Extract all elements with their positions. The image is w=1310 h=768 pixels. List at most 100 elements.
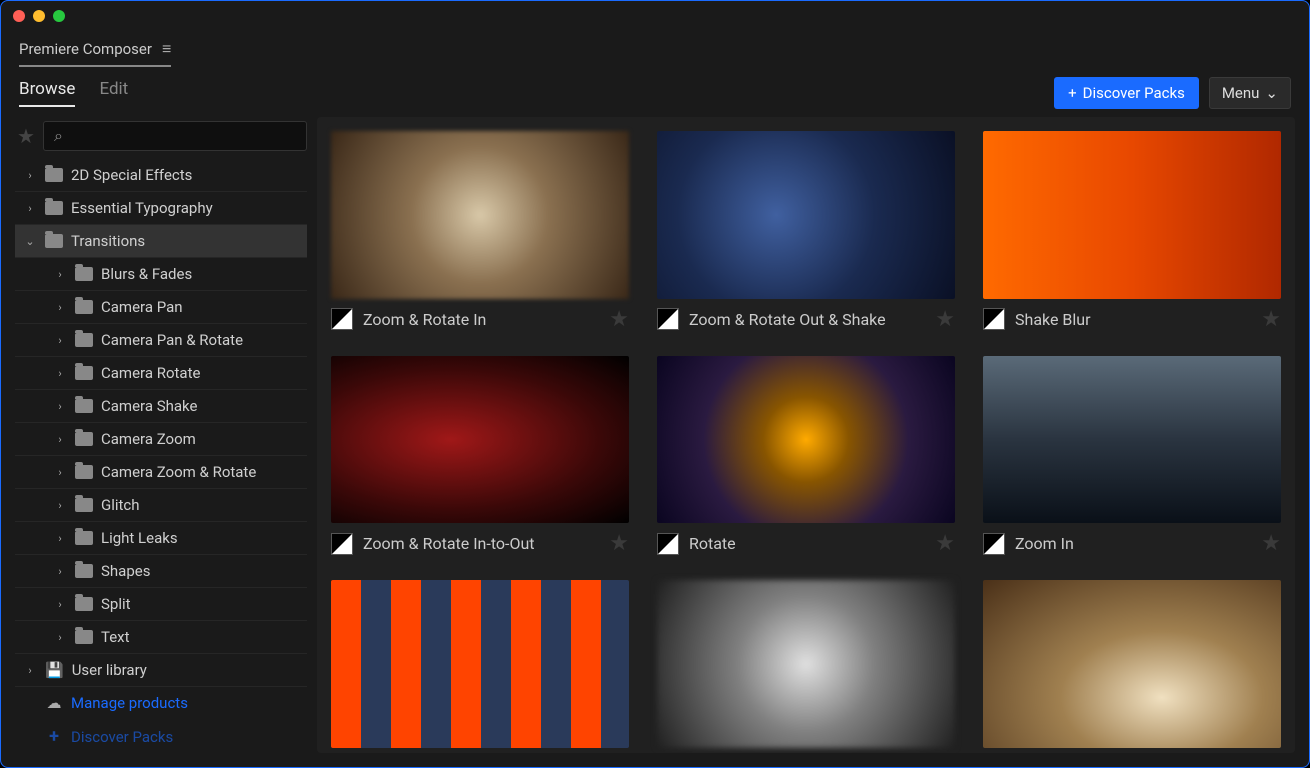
tree-label: Transitions [71, 232, 145, 250]
preset-title: Zoom In [1015, 534, 1251, 553]
preset-card[interactable]: Rotate ★ [657, 356, 955, 557]
discover-packs-label: Discover Packs [1083, 84, 1185, 102]
tree-item-split[interactable]: ›Split [15, 588, 307, 621]
discover-packs-button[interactable]: + Discover Packs [1054, 77, 1199, 109]
tree-label: Camera Pan & Rotate [101, 331, 243, 349]
chevron-right-icon: › [53, 499, 67, 512]
tree-item-2d-special-effects[interactable]: › 2D Special Effects [15, 159, 307, 192]
preset-card[interactable]: Zoom & Rotate In-to-Out★ [331, 356, 629, 557]
maximize-window-icon[interactable] [53, 10, 65, 22]
preset-card[interactable]: Zoom In ★ [983, 356, 1281, 557]
preset-title: Rotate [689, 534, 925, 553]
chevron-right-icon: › [23, 664, 37, 677]
tree-item-camera-rotate[interactable]: ›Camera Rotate [15, 357, 307, 390]
tabs: Browse Edit [19, 79, 128, 107]
preset-title: Zoom & Rotate Out & Shake [689, 310, 925, 329]
search-input[interactable]: ⌕ [43, 121, 307, 151]
tree-item-manage-products[interactable]: ☁ Manage products [15, 687, 307, 719]
folder-icon [45, 201, 63, 215]
tree-item-camera-zoom[interactable]: ›Camera Zoom [15, 423, 307, 456]
folder-icon [75, 432, 93, 446]
preset-thumbnail[interactable] [657, 131, 955, 299]
preset-thumbnail[interactable] [983, 131, 1281, 299]
tree-label: Camera Zoom & Rotate [101, 463, 256, 481]
app-title-text: Premiere Composer [19, 40, 152, 58]
tab-edit[interactable]: Edit [99, 79, 128, 107]
favorite-star-icon[interactable]: ★ [1261, 531, 1281, 556]
chevron-down-icon: ⌄ [1265, 84, 1278, 102]
folder-icon [45, 234, 63, 248]
tree-item-camera-zoom-rotate[interactable]: ›Camera Zoom & Rotate [15, 456, 307, 489]
transition-icon [983, 308, 1005, 330]
preset-thumbnail[interactable] [331, 580, 629, 748]
preset-card[interactable]: Zoom & Rotate Out & Shake ★ [657, 131, 955, 332]
tree-item-light-leaks[interactable]: › Light Leaks [15, 522, 307, 555]
chevron-right-icon: › [53, 532, 67, 545]
preset-thumbnail[interactable] [983, 580, 1281, 748]
search-icon: ⌕ [54, 126, 63, 146]
folder-icon [45, 168, 63, 182]
chevron-right-icon: › [53, 301, 67, 314]
content-grid[interactable]: Zoom & Rotate In★Zoom & Rotate Out & Sha… [317, 117, 1295, 753]
tree-item-user-library[interactable]: › 💾 User library [15, 654, 307, 687]
sidebar: ★ ⌕ › 2D Special Effects › Essential Typ… [15, 117, 307, 753]
tree-label: Light Leaks [101, 529, 178, 547]
close-window-icon[interactable] [13, 10, 25, 22]
library-icon: 💾 [45, 661, 64, 679]
preset-footer: Zoom & Rotate Out & Shake ★ [657, 307, 955, 332]
favorite-star-icon[interactable]: ★ [1261, 307, 1281, 332]
favorites-filter-star-icon[interactable]: ★ [15, 124, 37, 148]
tree-item-text[interactable]: ›Text [15, 621, 307, 654]
preset-footer: Rotate ★ [657, 531, 955, 556]
favorite-star-icon[interactable]: ★ [609, 531, 629, 556]
folder-icon [75, 300, 93, 314]
preset-thumbnail[interactable] [657, 356, 955, 524]
favorite-star-icon[interactable]: ★ [935, 531, 955, 556]
preset-card[interactable] [657, 580, 955, 748]
preset-thumbnail[interactable] [657, 580, 955, 748]
tab-browse[interactable]: Browse [19, 79, 75, 107]
app-title: Premiere Composer ≡ [19, 39, 171, 67]
minimize-window-icon[interactable] [33, 10, 45, 22]
favorite-star-icon[interactable]: ★ [609, 307, 629, 332]
chevron-right-icon: › [53, 400, 67, 413]
folder-icon [75, 498, 93, 512]
tree-label: Camera Zoom [101, 430, 196, 448]
preset-card[interactable] [331, 580, 629, 748]
tree-item-camera-shake[interactable]: › Camera Shake [15, 390, 307, 423]
tree-label: Text [101, 628, 130, 646]
header: Premiere Composer ≡ [1, 31, 1309, 67]
folder-icon [75, 333, 93, 347]
transition-icon [657, 533, 679, 555]
tree-item-blurs-fades[interactable]: ›Blurs & Fades [15, 258, 307, 291]
preset-card[interactable]: Zoom & Rotate In ★ [331, 131, 629, 332]
tree-item-glitch[interactable]: ›Glitch [15, 489, 307, 522]
tree-label: Camera Shake [101, 397, 197, 415]
tree-label: Split [101, 595, 131, 613]
preset-title: Zoom & Rotate In [363, 310, 599, 329]
preset-footer: Shake Blur ★ [983, 307, 1281, 332]
preset-title: Shake Blur [1015, 310, 1251, 329]
tree-label: Camera Rotate [101, 364, 200, 382]
preset-footer: Zoom & Rotate In ★ [331, 307, 629, 332]
preset-thumbnail[interactable] [331, 131, 629, 299]
hamburger-icon[interactable]: ≡ [162, 39, 171, 59]
preset-thumbnail[interactable] [331, 356, 629, 524]
chevron-right-icon: › [53, 565, 67, 578]
menu-button[interactable]: Menu ⌄ [1209, 77, 1291, 109]
favorite-star-icon[interactable]: ★ [935, 307, 955, 332]
tree-item-essential-typography[interactable]: › Essential Typography [15, 192, 307, 225]
folder-icon [75, 564, 93, 578]
tree-item-shapes[interactable]: ›Shapes [15, 555, 307, 588]
folder-icon [75, 267, 93, 281]
preset-card[interactable]: Shake Blur ★ [983, 131, 1281, 332]
tree-item-camera-pan-rotate[interactable]: ›Camera Pan & Rotate [15, 324, 307, 357]
tree-item-camera-pan[interactable]: ›Camera Pan [15, 291, 307, 324]
transition-icon [983, 533, 1005, 555]
preset-thumbnail[interactable] [983, 356, 1281, 524]
preset-footer: Zoom & Rotate In-to-Out★ [331, 531, 629, 556]
tree-item-transitions[interactable]: ⌄ Transitions [15, 225, 307, 258]
folder-icon [75, 366, 93, 380]
tree-item-discover-packs[interactable]: + Discover Packs [15, 719, 307, 753]
preset-card[interactable] [983, 580, 1281, 748]
